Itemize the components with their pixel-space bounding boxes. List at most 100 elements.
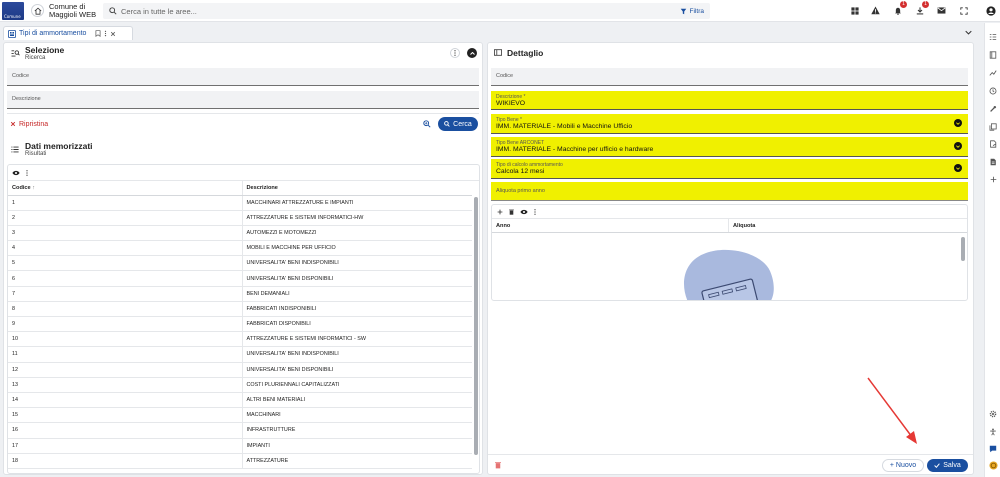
eye-icon[interactable] — [520, 209, 528, 215]
ripristina-button[interactable]: Ripristina — [10, 118, 48, 130]
table-row[interactable]: 17 IMPIANTI — [8, 438, 472, 454]
table-row[interactable]: 4 MOBILI E MACCHINE PER UFFICIO — [8, 240, 472, 257]
cerca-button[interactable]: Cerca — [438, 117, 478, 131]
notifications-button[interactable]: 1 — [891, 1, 907, 17]
table-row[interactable]: 10 ATTREZZATURE E SISTEMI INFORMATICI - S… — [8, 331, 472, 348]
grid-icon — [850, 6, 859, 15]
table-row[interactable]: 14 ALTRI BENI MATERIALI — [8, 392, 472, 409]
aliquote-scrollbar[interactable] — [961, 237, 965, 261]
rail-help-button[interactable] — [988, 460, 998, 470]
cell-descrizione: COSTI PLURIENNALI CAPITALIZZATI — [241, 377, 472, 393]
advanced-search-icon[interactable] — [423, 120, 431, 128]
chat-icon — [989, 445, 997, 453]
rail-export-button[interactable] — [988, 139, 998, 149]
tab-tipi-ammortamento[interactable]: Tipi di ammortamento — [3, 26, 133, 40]
eye-icon[interactable] — [12, 170, 20, 176]
codice-detail-field[interactable]: Codice — [491, 68, 968, 86]
table-row[interactable]: 9 FABBRICATI DISPONIBILI — [8, 316, 472, 333]
column-header-aliquota[interactable]: Aliquota — [728, 219, 967, 232]
collapse-selezione-button[interactable] — [467, 48, 477, 58]
aliquote-grid: Anno Aliquota — [491, 204, 968, 301]
table-row[interactable]: 8 FABBRICATI INDISPONIBILI — [8, 301, 472, 318]
more-vertical-icon[interactable] — [534, 208, 536, 215]
table-row[interactable]: 13 COSTI PLURIENNALI CAPITALIZZATI — [8, 377, 472, 393]
downloads-button[interactable]: 1 — [913, 1, 929, 17]
table-row[interactable]: 16 INFRASTRUTTURE — [8, 422, 472, 439]
table-row[interactable]: 6 UNIVERSALITA' BENI DISPONIBILI — [8, 270, 472, 287]
nuovo-button[interactable]: + Nuovo — [882, 459, 924, 472]
apps-grid-button[interactable] — [848, 4, 861, 17]
table-row[interactable]: 5 UNIVERSALITA' BENI INDISPONIBILI — [8, 255, 472, 272]
results-scrollbar[interactable] — [474, 197, 478, 455]
user-button[interactable] — [984, 4, 997, 17]
messages-button[interactable] — [935, 4, 948, 17]
table-row[interactable]: 2 ATTREZZATURE E SISTEMI INFORMATICI-HW — [8, 210, 472, 226]
plus-icon[interactable] — [497, 209, 503, 215]
dropdown-icon — [954, 119, 962, 127]
rail-accessibility-button[interactable] — [988, 427, 998, 437]
tipo-bene-select[interactable]: Tipo Bene * IMM. MATERIALE - Mobili e Ma… — [491, 114, 968, 134]
trend-icon — [989, 70, 997, 76]
warnings-button[interactable] — [869, 4, 882, 17]
rail-list-button[interactable] — [988, 32, 998, 42]
cell-codice: 1 — [8, 195, 242, 211]
notifications-badge: 1 — [900, 1, 907, 8]
salva-button[interactable]: Salva — [927, 459, 968, 472]
cell-descrizione: ATTREZZATURE E SISTEMI INFORMATICI - SW — [241, 331, 472, 348]
rail-settings-button[interactable] — [988, 409, 998, 419]
rail-chart-button[interactable] — [988, 68, 998, 78]
cell-codice: 2 — [8, 210, 242, 226]
aliquota-primo-anno-field[interactable]: Aliquota primo anno — [491, 182, 968, 201]
rail-document-button[interactable] — [988, 157, 998, 167]
filter-button[interactable]: Filtra — [680, 6, 704, 16]
fullscreen-button[interactable] — [957, 4, 970, 17]
cell-descrizione: IMPIANTI — [241, 438, 472, 454]
section-subtitle-ricerca: Ricerca — [25, 55, 46, 61]
rail-chat-button[interactable] — [988, 444, 998, 454]
rail-history-button[interactable] — [988, 86, 998, 96]
search-input[interactable] — [121, 3, 641, 19]
trash-icon[interactable] — [509, 209, 514, 215]
cell-descrizione: ATTREZZATURE E SISTEMI INFORMATICI-HW — [241, 210, 472, 226]
empty-state-illustration — [684, 249, 774, 300]
descrizione-filter-field[interactable]: Descrizione — [7, 91, 479, 109]
column-header-descrizione[interactable]: Descrizione — [241, 181, 472, 196]
downloads-badge: 1 — [922, 1, 929, 8]
cell-codice: 18 — [8, 453, 242, 469]
bookmark-icon[interactable] — [95, 30, 101, 37]
column-header-anno[interactable]: Anno — [492, 219, 728, 232]
close-tab-icon[interactable] — [110, 31, 116, 37]
divider — [7, 113, 479, 114]
section-subtitle-risultati: Risultati — [25, 151, 47, 157]
table-row[interactable]: 12 UNIVERSALITA' BENI DISPONIBILI — [8, 362, 472, 378]
tab-menu-icon[interactable] — [104, 30, 107, 37]
table-row[interactable]: 15 MACCHINARI — [8, 407, 472, 424]
rail-tools-button[interactable] — [988, 104, 998, 114]
cell-codice: 15 — [8, 407, 242, 424]
codice-filter-field[interactable]: Codice — [7, 68, 479, 86]
descrizione-field[interactable]: Descrizione * WIKIEVO — [491, 91, 968, 110]
check-icon — [934, 463, 941, 468]
rail-add-button[interactable] — [988, 174, 998, 184]
rail-book-button[interactable] — [988, 50, 998, 60]
cell-codice: 11 — [8, 346, 242, 363]
download-icon — [916, 6, 923, 14]
app-logo[interactable]: Comune — [2, 2, 24, 20]
more-vertical-icon[interactable] — [26, 169, 28, 176]
table-row[interactable]: 18 ATTREZZATURE — [8, 453, 472, 469]
table-row[interactable]: 11 UNIVERSALITA' BENI INDISPONIBILI — [8, 346, 472, 363]
column-header-codice[interactable]: Codice ↑ — [8, 181, 242, 196]
home-button[interactable] — [31, 4, 44, 17]
results-grid: Codice ↑ Descrizione 1 MACCHINARI ATTREZZ… — [7, 164, 480, 474]
accessibility-icon — [990, 428, 996, 436]
table-row[interactable]: 3 AUTOMEZZI E MOTOMEZZI — [8, 225, 472, 242]
tools-icon — [990, 105, 997, 112]
rail-copy-button[interactable] — [988, 122, 998, 132]
selezione-menu-button[interactable] — [450, 48, 460, 58]
delete-icon[interactable] — [495, 461, 501, 469]
tipo-bene-arconet-select[interactable]: Tipo Bene ARCONET IMM. MATERIALE - Macch… — [491, 137, 968, 157]
table-row[interactable]: 7 BENI DEMANIALI — [8, 286, 472, 302]
tipo-calcolo-select[interactable]: Tipo di calcolo ammortamento Calcola 12 … — [491, 159, 968, 179]
chevron-down-icon[interactable] — [965, 30, 972, 35]
table-row[interactable]: 1 MACCHINARI ATTREZZATURE E IMPIANTI — [8, 195, 472, 211]
